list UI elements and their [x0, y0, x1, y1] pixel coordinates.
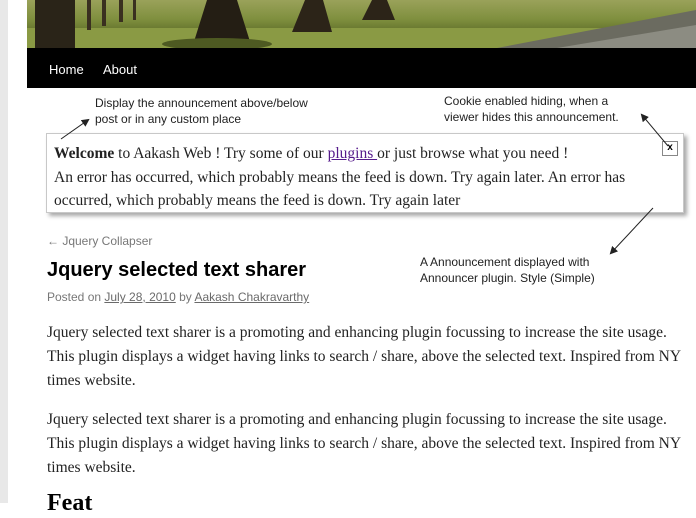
- placement-annotation-line2: post or in any custom place: [95, 112, 242, 126]
- placement-annotation: Display the announcement above/below pos…: [95, 95, 308, 127]
- announcement-close-button[interactable]: x: [662, 141, 678, 156]
- header-banner-image: [27, 0, 696, 48]
- displayed-annotation-line1: A Announcement displayed with: [420, 255, 590, 269]
- author-link[interactable]: Aakash Chakravarthy: [194, 290, 309, 304]
- nav-home-link[interactable]: Home: [49, 62, 84, 77]
- cookie-annotation-line1: Cookie enabled hiding, when a: [444, 94, 609, 108]
- cookie-annotation: Cookie enabled hiding, when a viewer hid…: [444, 93, 619, 125]
- announcement-welcome: Welcome: [54, 145, 115, 162]
- announcement-text: Welcome to Aakash Web ! Try some of our …: [54, 142, 679, 213]
- post-meta: Posted on July 28, 2010 by Aakash Chakra…: [47, 290, 309, 304]
- displayed-arrow: [609, 207, 654, 255]
- placement-annotation-line1: Display the announcement above/below: [95, 96, 308, 110]
- displayed-annotation-line2: Announcer plugin. Style (Simple): [420, 271, 595, 285]
- previous-post-link[interactable]: ← Jquery Collapser: [47, 234, 152, 248]
- post-paragraph: Jquery selected text sharer is a promoti…: [47, 324, 681, 389]
- announcement-box: Welcome to Aakash Web ! Try some of our …: [46, 133, 684, 213]
- feed-error-text: An error has occurred, which probably me…: [54, 168, 626, 210]
- announcement-text-b: or just browse what you need !: [377, 145, 569, 162]
- post-title: Jquery selected text sharer: [47, 259, 307, 281]
- cookie-annotation-line2: viewer hides this announcement.: [444, 110, 619, 124]
- plugins-link[interactable]: plugins: [328, 145, 378, 162]
- displayed-annotation: A Announcement displayed with Announcer …: [420, 254, 595, 286]
- announcement-text-a: to Aakash Web ! Try some of our: [114, 145, 328, 162]
- section-heading: Feat: [47, 490, 93, 516]
- main-navbar: Home About: [27, 48, 696, 88]
- posted-on-label: Posted on: [47, 290, 105, 304]
- post-date-link[interactable]: July 28, 2010: [104, 290, 175, 304]
- by-label: by: [175, 290, 195, 304]
- post-paragraph: Jquery selected text sharer is a promoti…: [47, 411, 681, 476]
- nav-about-link[interactable]: About: [103, 62, 137, 77]
- page-left-edge: [0, 0, 8, 503]
